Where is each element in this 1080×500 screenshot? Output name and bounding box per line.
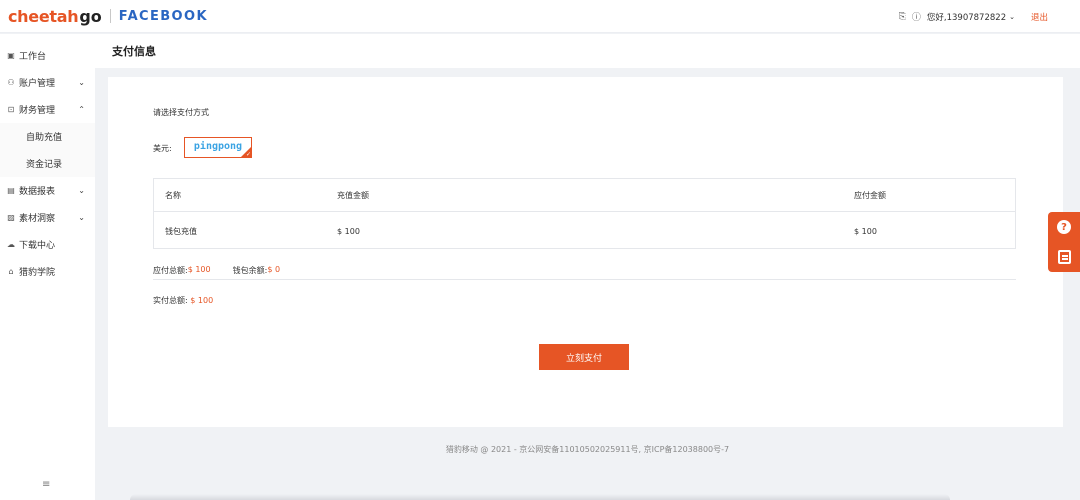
menu-collapse-icon[interactable]: ≡ — [42, 479, 50, 490]
graduation-cap-icon: ⌂ — [8, 267, 14, 276]
image-icon: ▨ — [7, 213, 15, 222]
table-row: 钱包充值 $ 100 $ 100 — [154, 213, 1015, 249]
wallet-balance-value: $ 0 — [267, 265, 281, 274]
payment-card: 请选择支付方式 美元: pingpong ✓ 名称 充值金额 应付金额 钱包充值… — [108, 77, 1063, 427]
user-icon: ⚇ — [7, 78, 15, 87]
actual-total-value: $ 100 — [190, 296, 214, 305]
sidebar-subitem-label: 资金记录 — [26, 160, 63, 170]
chevron-down-icon: ⌄ — [78, 78, 85, 87]
sidebar-item-label: 猎豹学院 — [19, 268, 56, 278]
sidebar-subitem-fund-records[interactable]: 资金记录 — [0, 150, 95, 177]
row-payable: $ 100 — [854, 226, 877, 236]
user-greeting[interactable]: 您好,13907872822 — [927, 11, 1006, 23]
check-icon: ✓ — [245, 151, 251, 158]
column-header-payable: 应付金额 — [854, 190, 886, 200]
choose-payment-label: 请选择支付方式 — [153, 108, 209, 117]
chevron-down-icon: ⌄ — [78, 213, 85, 222]
platform-label: FACEBOOK — [118, 8, 208, 24]
chart-icon: ▤ — [7, 186, 15, 195]
sidebar-item-creative-insights[interactable]: ▨ 素材洞察 ⌄ — [0, 204, 95, 231]
sidebar-subitem-self-recharge[interactable]: 自助充值 — [0, 123, 95, 150]
currency-label: 美元: — [153, 144, 172, 153]
logo[interactable]: cheetah go FACEBOOK — [8, 7, 208, 26]
page-header: 支付信息 — [95, 34, 1080, 68]
payment-option-pingpong[interactable]: pingpong ✓ — [184, 137, 252, 158]
sidebar-item-finance[interactable]: ⊡ 财务管理 ⌃ — [0, 96, 95, 123]
sidebar-item-label: 素材洞察 — [19, 214, 56, 224]
logo-divider — [109, 9, 111, 23]
top-bar: cheetah go FACEBOOK ⎘ ⓘ 您好,13907872822 ⌄… — [0, 0, 1080, 33]
sidebar-item-label: 账户管理 — [19, 79, 56, 89]
wallet-balance-label: 钱包余额: — [232, 266, 268, 275]
chevron-up-icon: ⌃ — [78, 105, 85, 114]
sidebar-subitem-label: 自助充值 — [26, 133, 63, 143]
pay-now-button[interactable]: 立刻支付 — [539, 344, 629, 370]
sidebar-item-label: 工作台 — [19, 52, 47, 62]
summary-line: 应付总额: $ 100 钱包余额: $ 0 — [153, 265, 280, 276]
page-title: 支付信息 — [112, 45, 156, 58]
logo-suffix: go — [79, 6, 102, 26]
cloud-download-icon: ☁ — [7, 240, 15, 249]
desktop-icon: ▣ — [7, 51, 15, 60]
help-icon[interactable]: ? — [1057, 220, 1071, 234]
column-header-name: 名称 — [165, 190, 181, 200]
divider — [153, 279, 1016, 280]
actual-total-label: 实付总额: — [153, 296, 188, 305]
chevron-down-icon[interactable]: ⌄ — [1009, 13, 1015, 21]
notice-icon[interactable]: ⎘ — [899, 12, 906, 22]
chevron-down-icon: ⌄ — [78, 186, 85, 195]
sidebar-item-label: 下载中心 — [19, 241, 56, 251]
sidebar-item-label: 数据报表 — [19, 187, 56, 197]
sidebar-item-reports[interactable]: ▤ 数据报表 ⌄ — [0, 177, 95, 204]
total-payable-value: $ 100 — [187, 265, 211, 274]
row-amount: $ 100 — [337, 226, 360, 236]
sidebar: ▣ 工作台 ⚇ 账户管理 ⌄ ⊡ 财务管理 ⌃ 自助充值 资金记录 ▤ 数据报表… — [0, 34, 95, 500]
table-header: 名称 充值金额 应付金额 — [154, 179, 1015, 212]
sidebar-item-downloads[interactable]: ☁ 下载中心 — [0, 231, 95, 258]
sidebar-item-label: 财务管理 — [19, 106, 56, 116]
sidebar-item-academy[interactable]: ⌂ 猎豹学院 — [0, 258, 95, 285]
feedback-icon[interactable] — [1057, 250, 1071, 264]
logout-link[interactable]: 退出 — [1031, 11, 1048, 23]
footer: 猎豹移动 @ 2021 - 京公网安备11010502025911号, 京ICP… — [445, 445, 730, 454]
pingpong-logo: pingpong — [193, 140, 243, 152]
row-name: 钱包充值 — [165, 226, 197, 236]
order-table: 名称 充值金额 应付金额 钱包充值 $ 100 $ 100 — [153, 178, 1016, 249]
help-circle-icon[interactable]: ⓘ — [912, 10, 921, 23]
wallet-icon: ⊡ — [7, 105, 15, 114]
sidebar-item-accounts[interactable]: ⚇ 账户管理 ⌄ — [0, 69, 95, 96]
sidebar-item-workbench[interactable]: ▣ 工作台 — [0, 42, 95, 69]
user-area: ⎘ ⓘ 您好,13907872822 ⌄ 退出 — [899, 0, 1048, 33]
column-header-amount: 充值金额 — [337, 190, 369, 200]
floating-toolbar: ? — [1048, 212, 1080, 272]
total-payable-label: 应付总额: — [153, 266, 188, 275]
bottom-edge — [130, 494, 950, 500]
logo-brand: cheetah — [8, 6, 79, 26]
actual-total-line: 实付总额: $ 100 — [153, 295, 213, 306]
